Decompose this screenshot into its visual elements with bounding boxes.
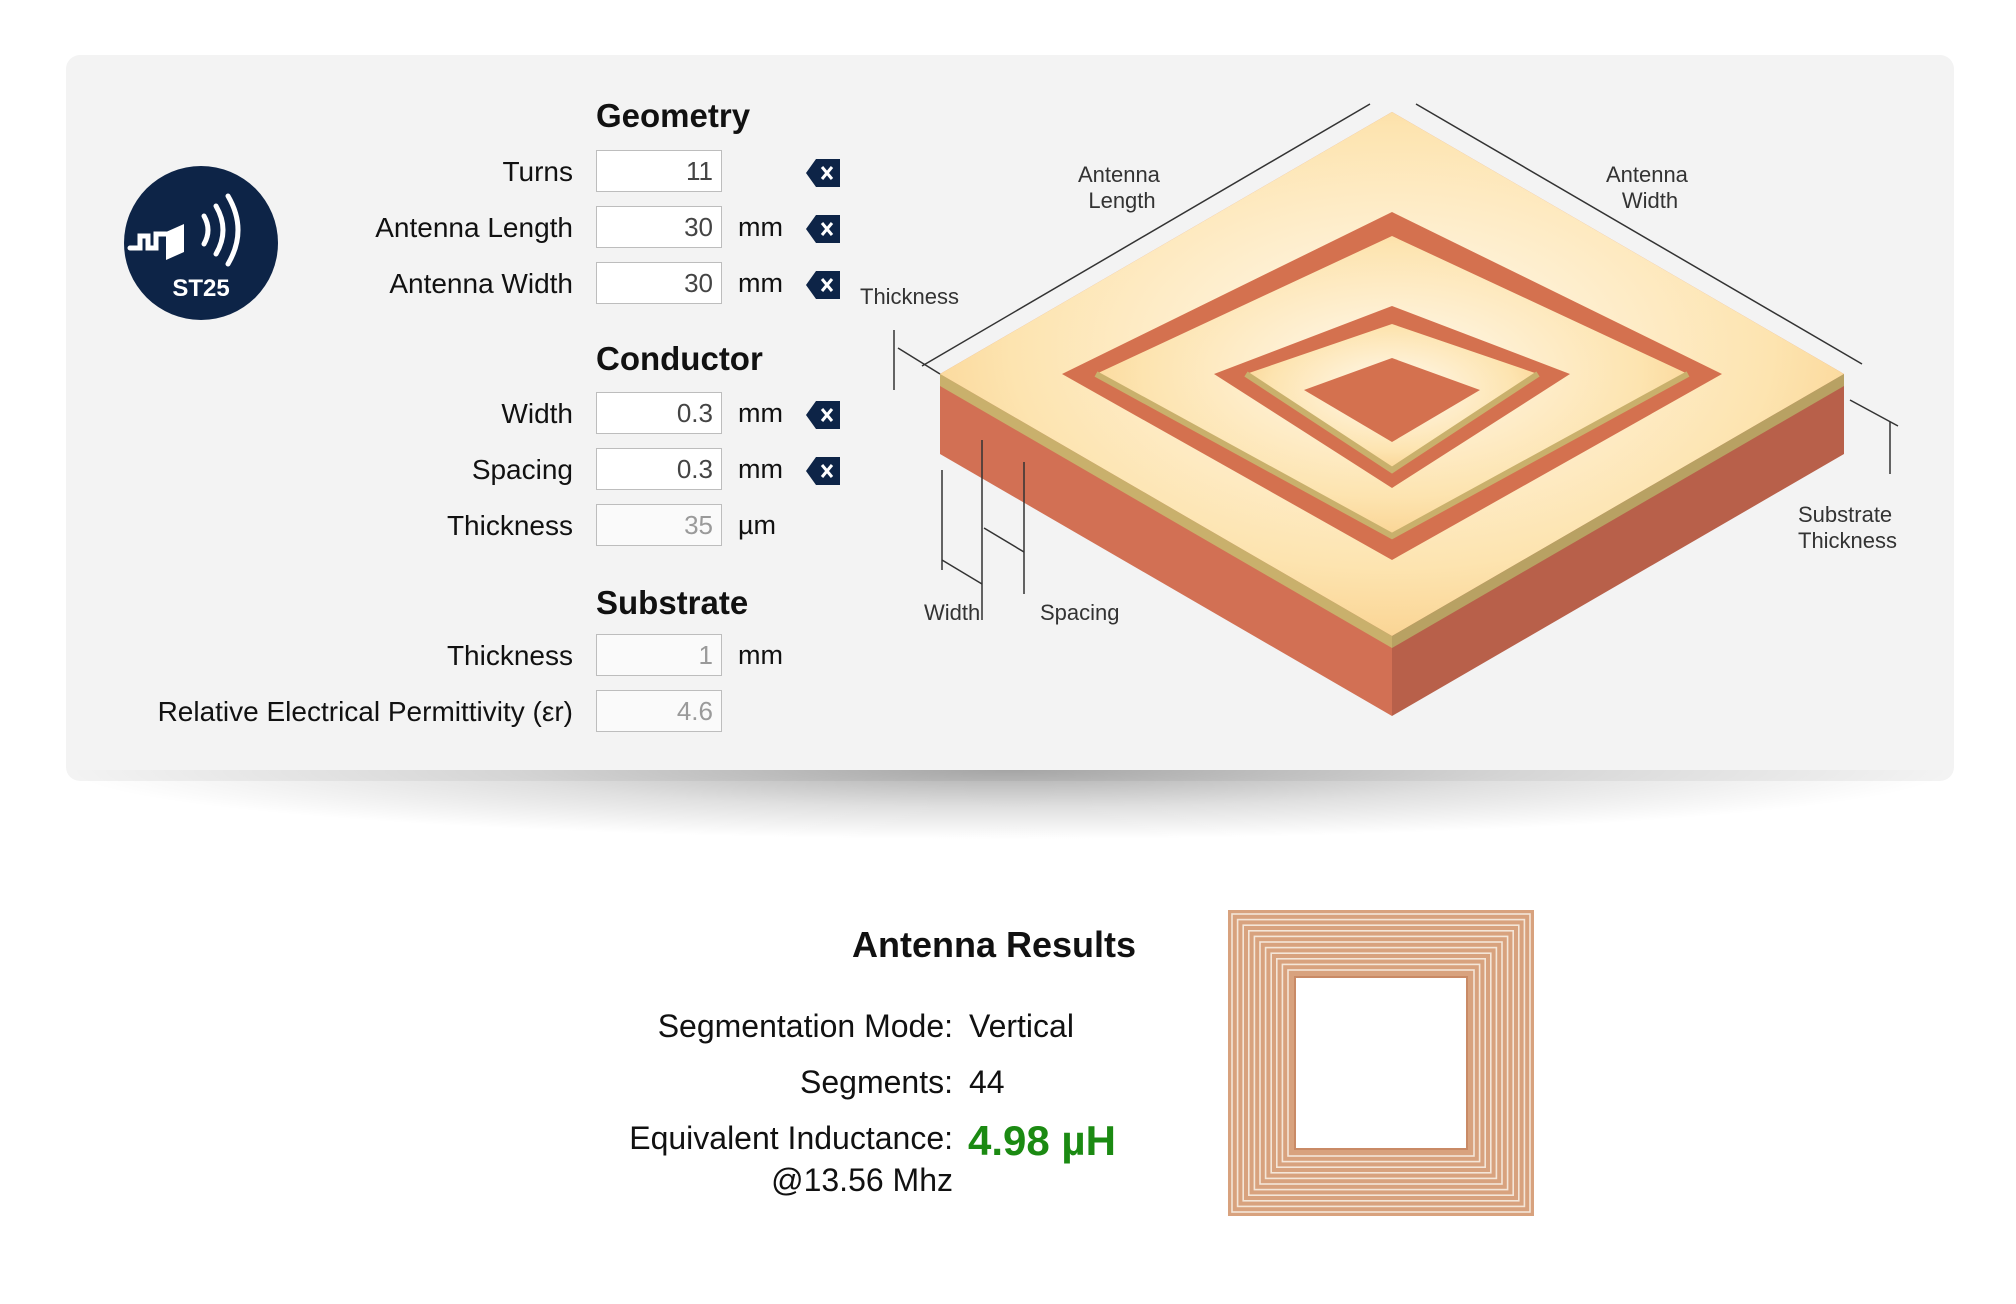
conductor-width-label: Width [501, 398, 573, 429]
label-antenna-width: Antenna Width [1606, 162, 1694, 213]
segments-label: Segments: [800, 1064, 953, 1100]
conductor-spacing-unit: mm [738, 454, 783, 484]
antenna-width-input[interactable] [596, 262, 722, 304]
clear-turns-button[interactable] [806, 159, 840, 187]
clear-conductor-spacing-button[interactable] [806, 457, 840, 485]
substrate-thickness-label: Thickness [446, 640, 573, 671]
substrate-thickness-unit: mm [738, 640, 783, 670]
conductor-title: Conductor [596, 340, 763, 377]
geometry-title: Geometry [596, 97, 751, 134]
label-substrate-thickness: Substrate Thickness [1798, 502, 1898, 553]
turns-input[interactable] [596, 150, 722, 192]
antenna-width-unit: mm [738, 268, 783, 298]
conductor-thickness-label: Thickness [446, 510, 573, 541]
conductor-width-input[interactable] [596, 392, 722, 434]
label-antenna-length: Antenna Length [1078, 162, 1166, 213]
clear-conductor-width-button[interactable] [806, 401, 840, 429]
label-spacing: Spacing [1040, 600, 1120, 625]
substrate-title: Substrate [596, 584, 749, 621]
clear-antenna-width-button[interactable] [806, 271, 840, 299]
antenna-width-label: Antenna Width [389, 268, 573, 299]
st25-logo: ST25 [124, 166, 278, 320]
conductor-width-unit: mm [738, 398, 783, 428]
antenna-diagram: Antenna Length Antenna Width Thickness S… [860, 103, 1899, 716]
label-thickness: Thickness [860, 284, 959, 309]
turns-label: Turns [502, 156, 573, 187]
antenna-length-unit: mm [738, 212, 783, 242]
permittivity-label: Relative Electrical Permittivity (εr) [157, 696, 573, 727]
conductor-thickness-unit: µm [738, 510, 777, 540]
antenna-preview-image [1228, 910, 1534, 1216]
substrate-thickness-input[interactable] [596, 634, 722, 676]
conductor-spacing-input[interactable] [596, 448, 722, 490]
segments-value: 44 [969, 1064, 1005, 1100]
inductance-frequency: @13.56 Mhz [771, 1162, 953, 1198]
results-title: Antenna Results [852, 924, 1137, 965]
antenna-length-label: Antenna Length [375, 212, 573, 243]
clear-antenna-length-button[interactable] [806, 215, 840, 243]
label-width: Width [924, 600, 980, 625]
inductance-label: Equivalent Inductance: [629, 1120, 953, 1156]
conductor-thickness-input[interactable] [596, 504, 722, 546]
inductance-value: 4.98 µH [968, 1117, 1116, 1164]
segmentation-mode-label: Segmentation Mode: [657, 1008, 953, 1044]
permittivity-input[interactable] [596, 690, 722, 732]
conductor-spacing-label: Spacing [471, 454, 573, 485]
segmentation-mode-value: Vertical [969, 1008, 1074, 1044]
antenna-length-input[interactable] [596, 206, 722, 248]
logo-text: ST25 [172, 275, 229, 302]
